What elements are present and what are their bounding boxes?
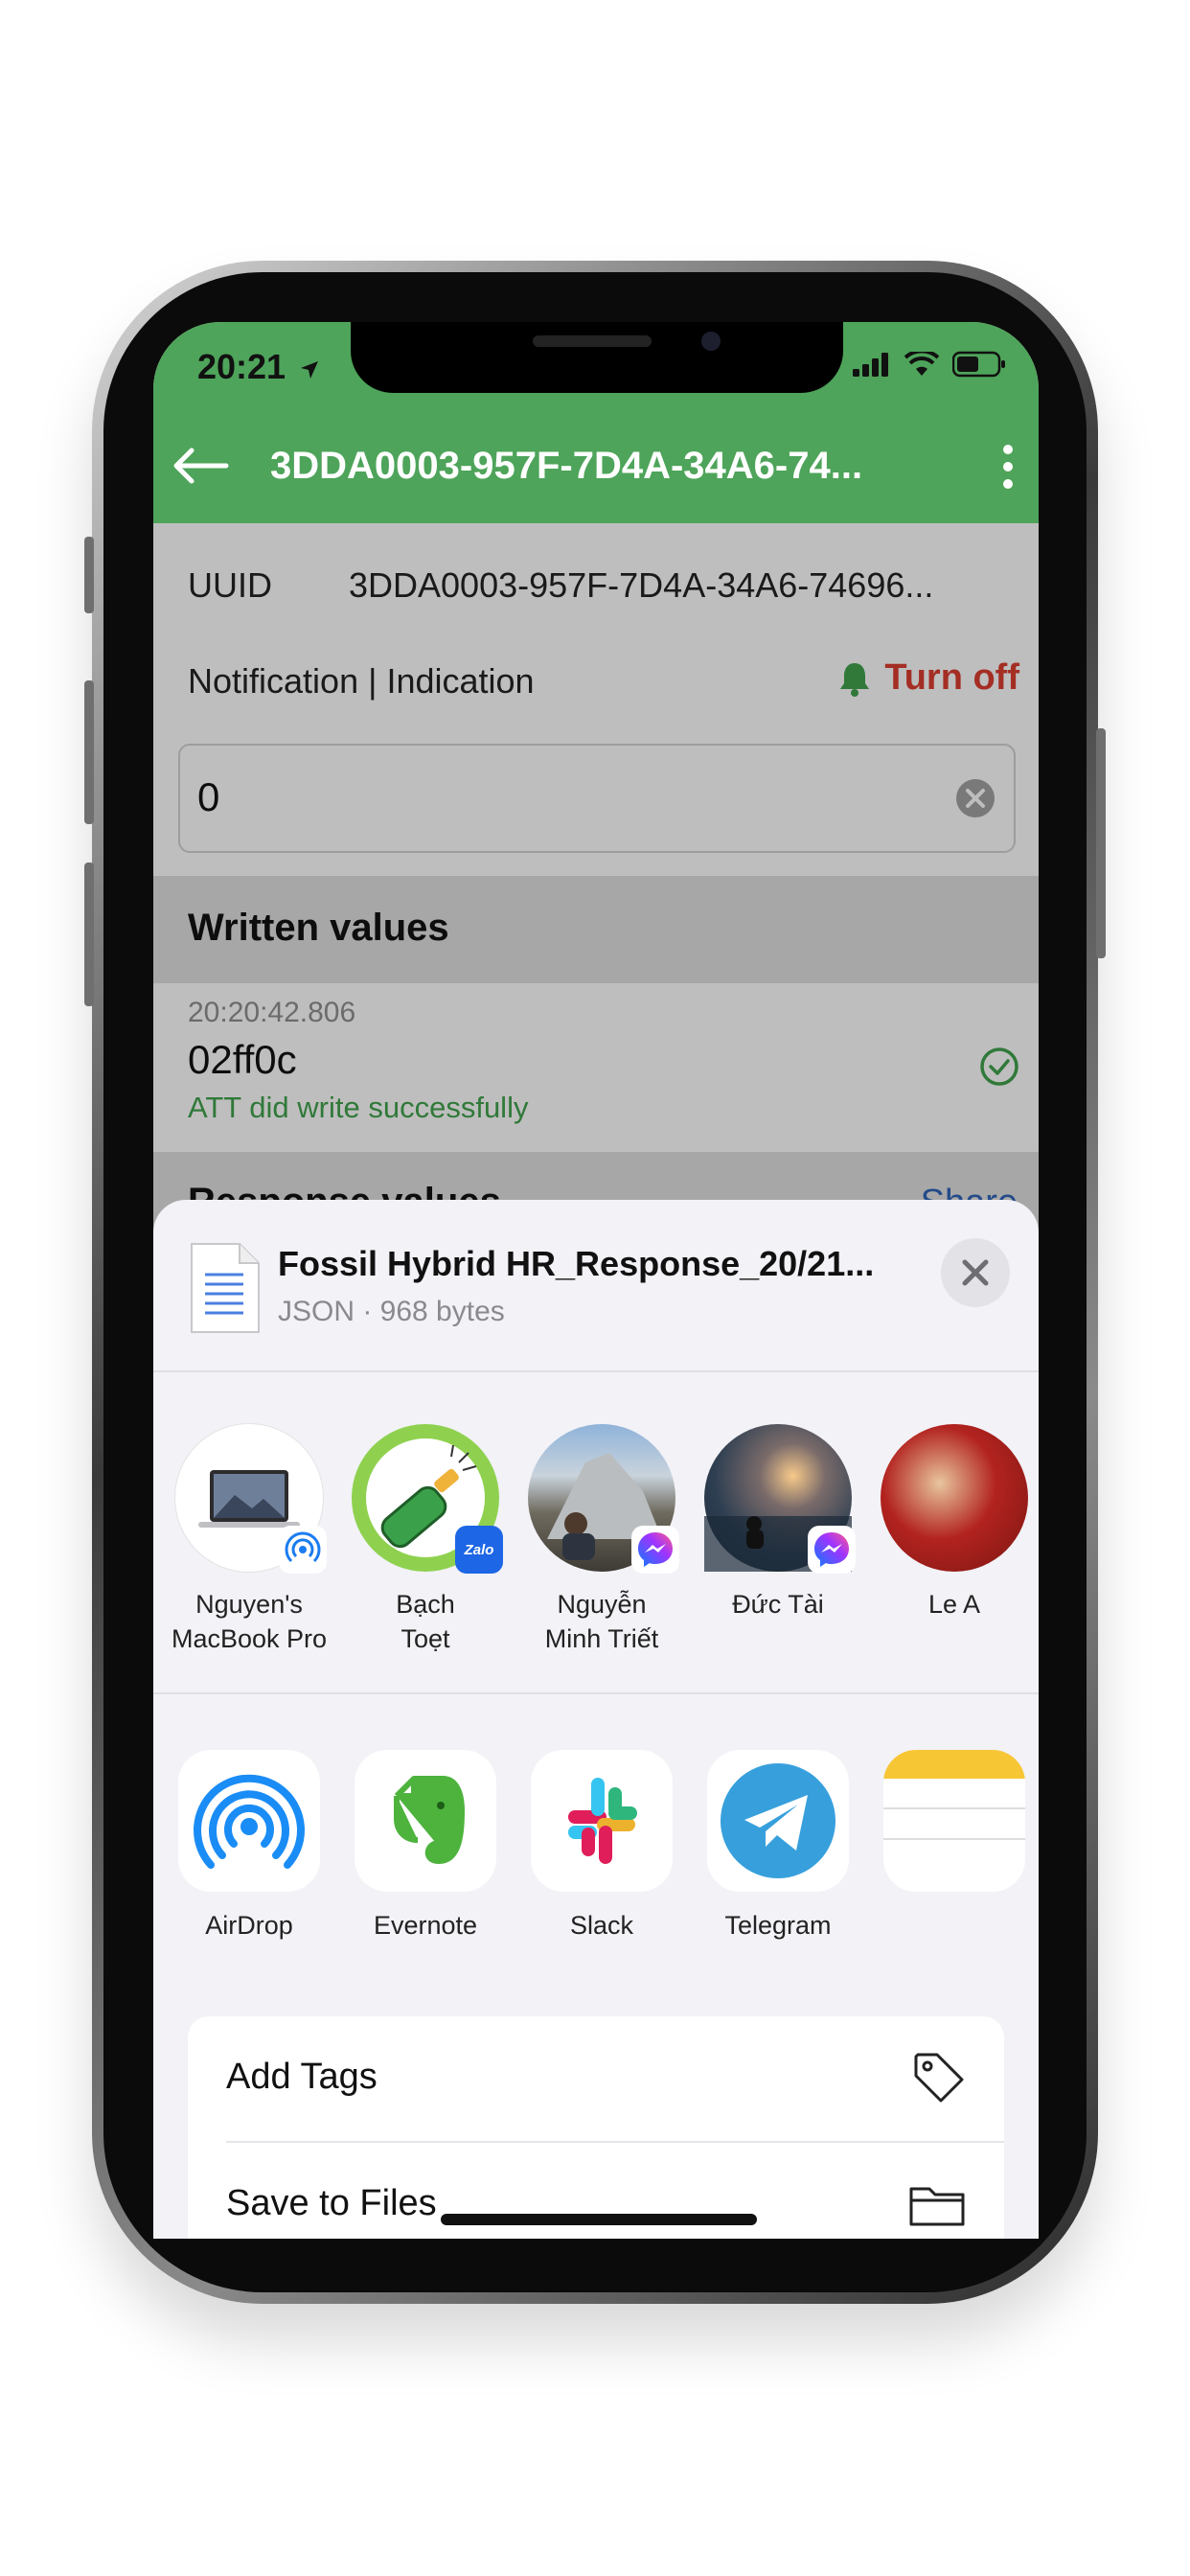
close-share-sheet-button[interactable] [941,1238,1010,1307]
wifi-icon [904,352,939,376]
app-header: 20:21 3DDA0003-957F-7D4A-34A6-74... [153,322,1039,523]
add-tags-action[interactable]: Add Tags [188,2016,1004,2141]
notch [351,322,843,393]
avatar [704,1424,856,1574]
action-label: Save to Files [226,2183,437,2223]
status-icons [853,351,1006,378]
side-button-volume-up [84,680,94,824]
share-app-evernote[interactable]: Evernote [339,1750,512,1941]
share-target-person[interactable]: Le A [868,1424,1039,1622]
person-name: Le A [927,1590,981,1619]
share-divider-middle [153,1692,1039,1694]
share-target-person[interactable]: Nguyễn Minh Triết [515,1424,688,1656]
messenger-badge-icon [808,1526,856,1574]
messenger-badge-icon [631,1526,679,1574]
status-time: 20:21 [197,347,320,387]
folder-icon [909,2187,965,2226]
person-name: Đức Tài [732,1590,824,1619]
close-icon [962,1259,989,1286]
battery-icon [952,351,1005,378]
share-app-telegram[interactable]: Telegram [692,1750,864,1941]
share-target-person[interactable]: Zalo Bạch Toẹt [339,1424,512,1656]
person-name: Bạch Toẹt [396,1590,455,1653]
telegram-icon [707,1750,849,1892]
cellular-signal-icon [853,353,888,377]
notes-icon [883,1750,1025,1892]
app-label: Slack [569,1911,634,1940]
location-arrow-icon [301,361,319,379]
zalo-badge-icon: Zalo [455,1526,503,1574]
side-button-power [1096,728,1106,958]
person-name: Nguyen's MacBook Pro [171,1590,328,1653]
share-actions-list: Add Tags Save to Files [188,2016,1004,2239]
macbook-icon [198,1470,300,1528]
avatar: Zalo [352,1424,503,1574]
share-target-person[interactable]: Đức Tài [692,1424,864,1622]
share-app-airdrop[interactable]: AirDrop [163,1750,335,1941]
share-app-slack[interactable]: Slack [515,1750,688,1941]
avatar [175,1424,327,1574]
shared-file-meta: JSON · 968 bytes [278,1296,505,1327]
share-app-notes[interactable] [868,1750,1039,1892]
slack-icon [531,1750,673,1892]
json-document-icon [191,1243,260,1333]
person-name: Nguyễn Minh Triết [544,1590,659,1653]
airdrop-badge-icon [279,1526,327,1574]
back-arrow-icon[interactable] [169,447,236,485]
app-label: Telegram [724,1911,832,1940]
page-title: 3DDA0003-957F-7D4A-34A6-74... [270,445,863,487]
share-sheet: Fossil Hybrid HR_Response_20/21... JSON … [153,1200,1039,2239]
side-button-volume-down [84,862,94,1006]
airdrop-icon [178,1750,320,1892]
front-camera [701,332,721,351]
home-indicator [441,2214,757,2225]
side-button-mute [84,537,94,613]
speaker [533,335,652,347]
more-options-icon[interactable] [998,443,1018,491]
avatar [528,1424,679,1574]
app-label: AirDrop [205,1911,293,1940]
shared-file-name: Fossil Hybrid HR_Response_20/21... [278,1244,875,1283]
phone-screen: 20:21 3DDA0003-957F-7D4A-34A6-74... UUID… [153,322,1039,2239]
tag-icon [914,2053,964,2103]
share-target-person[interactable]: Nguyen's MacBook Pro [163,1424,335,1656]
share-divider-top [153,1370,1039,1372]
action-label: Add Tags [226,2057,378,2097]
app-label: Evernote [373,1911,478,1940]
evernote-icon [355,1750,496,1892]
avatar [881,1424,1028,1572]
